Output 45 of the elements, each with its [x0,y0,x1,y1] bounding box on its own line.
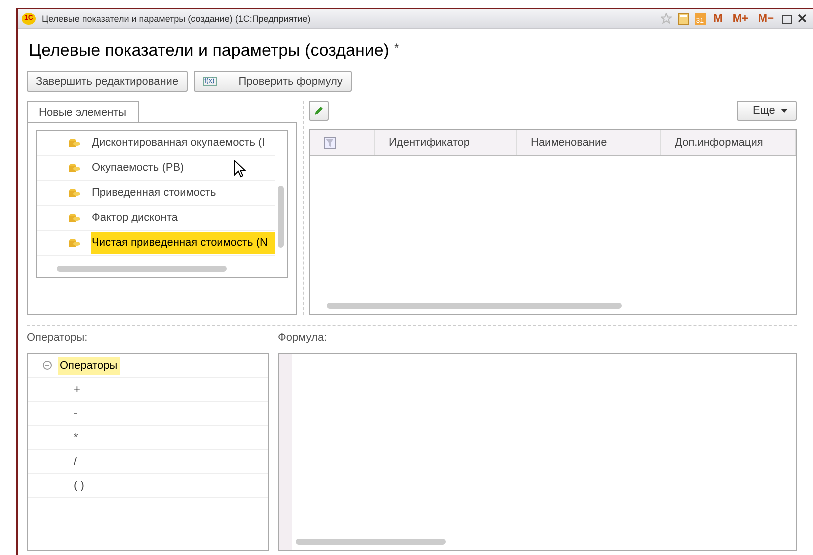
window-title: Целевые показатели и параметры (создание) (1С:Предприятие) [42,14,312,24]
tree-item[interactable]: Чистая приведенная стоимость (N [91,232,275,254]
tree-item[interactable]: Операторы [58,356,120,374]
coins-icon [69,138,81,148]
tree-item[interactable]: Фактор дисконта [91,207,275,229]
scrollbar-thumb[interactable] [327,303,622,309]
formula-field[interactable] [278,353,797,551]
more-button[interactable]: Еще [737,101,797,121]
finish-editing-button[interactable]: Завершить редактирование [27,71,188,92]
form-title: Целевые показатели и параметры (создание) [29,41,390,61]
star-icon[interactable] [660,13,672,24]
memory-button[interactable]: M+ [730,12,750,24]
column-header[interactable]: Наименование [517,130,661,155]
coins-icon [69,238,81,248]
scrollbar-thumb[interactable] [278,186,284,248]
operator-item[interactable]: / [28,456,78,468]
coins-icon [69,188,81,198]
tab[interactable]: Новые элементы [27,101,139,123]
formula-label: Формула: [278,332,328,344]
memory-button[interactable]: M [712,12,725,24]
coins-icon [69,212,81,224]
tree-item[interactable]: Окупаемость (PB) [91,157,275,179]
memory-button[interactable]: M− [756,12,776,24]
filter-icon[interactable] [324,136,336,148]
scrollbar-thumb[interactable] [57,266,227,272]
modified-mark: * [394,41,400,55]
column-header[interactable]: Доп.информация [661,130,796,155]
pointer-icon [234,160,246,178]
tree-item[interactable]: Приведенная стоимость [91,182,275,204]
column-header[interactable]: Идентификатор [375,130,517,155]
close-icon[interactable] [798,14,807,23]
pencil-icon [313,105,325,117]
operator-item[interactable]: - [28,408,78,420]
collapse-icon[interactable] [43,361,52,370]
coins-icon [69,162,81,174]
scrollbar-thumb[interactable] [296,539,446,545]
operators-label: Операторы: [27,332,89,344]
edit-button[interactable] [309,101,329,121]
maximize-icon[interactable] [782,14,792,24]
operator-item[interactable]: ( ) [28,480,84,492]
calculator-icon[interactable] [678,12,689,24]
operator-item[interactable]: + [28,384,80,396]
tree-item[interactable]: Дисконтированная окупаемость (I [91,132,275,154]
operator-item[interactable]: * [28,432,78,444]
caret-icon [781,109,788,113]
